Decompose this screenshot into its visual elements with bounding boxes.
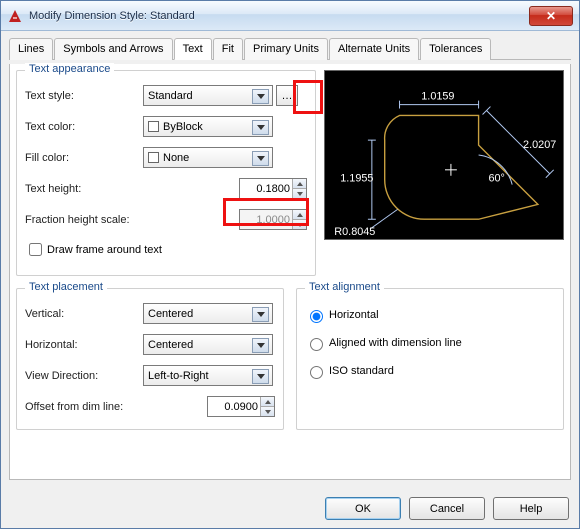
- preview-drawing: 1.0159 1.1955 2.0207 60° R0.8045: [325, 71, 563, 239]
- help-button[interactable]: Help: [493, 497, 569, 520]
- tab-text[interactable]: Text: [174, 38, 212, 60]
- tab-symbols[interactable]: Symbols and Arrows: [54, 38, 172, 60]
- legend-alignment: Text alignment: [305, 281, 384, 293]
- combo-text-color-value: ByBlock: [163, 121, 203, 133]
- close-button[interactable]: ✕: [529, 6, 573, 26]
- label-fill-color: Fill color:: [25, 152, 143, 164]
- spinner-text-height-value: 0.1800: [256, 183, 290, 195]
- combo-text-style[interactable]: Standard: [143, 85, 273, 106]
- app-icon: [7, 8, 23, 24]
- spinner-offset[interactable]: 0.0900: [207, 396, 275, 417]
- legend-placement: Text placement: [25, 281, 107, 293]
- text-style-more-button[interactable]: …: [276, 85, 298, 106]
- radio-iso[interactable]: ISO standard: [305, 363, 555, 379]
- preview-dim-top: 1.0159: [421, 91, 454, 103]
- preview-pane: 1.0159 1.1955 2.0207 60° R0.8045: [324, 70, 564, 240]
- label-vertical: Vertical:: [25, 308, 143, 320]
- preview-dim-left: 1.1955: [340, 173, 373, 185]
- tab-lines[interactable]: Lines: [9, 38, 53, 60]
- combo-text-color[interactable]: ByBlock: [143, 116, 273, 137]
- spinner-fraction-scale: 1.0000: [239, 209, 307, 230]
- button-bar: OK Cancel Help: [325, 497, 569, 520]
- radio-aligned-input[interactable]: [310, 338, 323, 351]
- preview-dim-angle: 60°: [488, 173, 504, 185]
- combo-view-direction[interactable]: Left-to-Right: [143, 365, 273, 386]
- titlebar: Modify Dimension Style: Standard ✕: [1, 1, 579, 31]
- combo-horizontal-value: Centered: [148, 339, 193, 351]
- ok-button[interactable]: OK: [325, 497, 401, 520]
- radio-horizontal-input[interactable]: [310, 310, 323, 323]
- radio-iso-label: ISO standard: [329, 365, 394, 377]
- checkbox-draw-frame-input[interactable]: [29, 243, 42, 256]
- tab-bar: Lines Symbols and Arrows Text Fit Primar…: [9, 37, 571, 60]
- legend-appearance: Text appearance: [25, 63, 114, 75]
- label-view-direction: View Direction:: [25, 370, 143, 382]
- combo-fill-color[interactable]: None: [143, 147, 273, 168]
- label-text-style: Text style:: [25, 90, 143, 102]
- checkbox-draw-frame[interactable]: Draw frame around text: [25, 240, 307, 259]
- label-horizontal: Horizontal:: [25, 339, 143, 351]
- tab-primary[interactable]: Primary Units: [244, 38, 328, 60]
- radio-horizontal[interactable]: Horizontal: [305, 307, 555, 323]
- spinner-offset-value: 0.0900: [224, 401, 258, 413]
- combo-horizontal[interactable]: Centered: [143, 334, 273, 355]
- tab-content: Text appearance Text style: Standard … T…: [9, 64, 571, 480]
- group-text-appearance: Text appearance Text style: Standard … T…: [16, 70, 316, 276]
- combo-text-style-value: Standard: [148, 90, 193, 102]
- combo-vertical[interactable]: Centered: [143, 303, 273, 324]
- combo-fill-color-value: None: [163, 152, 189, 164]
- group-text-alignment: Text alignment Horizontal Aligned with d…: [296, 288, 564, 430]
- dialog-body: Lines Symbols and Arrows Text Fit Primar…: [1, 31, 579, 488]
- label-text-color: Text color:: [25, 121, 143, 133]
- radio-aligned[interactable]: Aligned with dimension line: [305, 335, 555, 351]
- group-text-placement: Text placement Vertical: Centered Horizo…: [16, 288, 284, 430]
- tab-tolerances[interactable]: Tolerances: [420, 38, 491, 60]
- combo-vertical-value: Centered: [148, 308, 193, 320]
- radio-aligned-label: Aligned with dimension line: [329, 337, 462, 349]
- dialog-window: Modify Dimension Style: Standard ✕ Lines…: [0, 0, 580, 529]
- radio-iso-input[interactable]: [310, 366, 323, 379]
- label-offset: Offset from dim line:: [25, 401, 143, 413]
- window-title: Modify Dimension Style: Standard: [29, 10, 529, 22]
- combo-view-direction-value: Left-to-Right: [148, 370, 209, 382]
- spinner-text-height[interactable]: 0.1800: [239, 178, 307, 199]
- checkbox-draw-frame-label: Draw frame around text: [47, 244, 162, 256]
- label-fraction-scale: Fraction height scale:: [25, 214, 143, 226]
- tab-fit[interactable]: Fit: [213, 38, 243, 60]
- tab-alternate[interactable]: Alternate Units: [329, 38, 419, 60]
- radio-horizontal-label: Horizontal: [329, 309, 379, 321]
- spinner-fraction-scale-value: 1.0000: [256, 214, 290, 226]
- cancel-button[interactable]: Cancel: [409, 497, 485, 520]
- label-text-height: Text height:: [25, 183, 143, 195]
- preview-dim-diag: 2.0207: [523, 139, 556, 151]
- preview-dim-radius: R0.8045: [334, 226, 375, 238]
